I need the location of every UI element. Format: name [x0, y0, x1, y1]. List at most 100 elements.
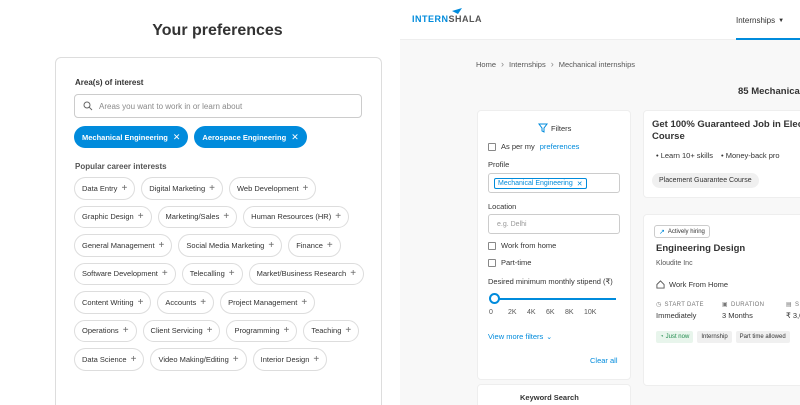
- breadcrumb-current: Mechanical internships: [558, 59, 635, 69]
- interest-chip[interactable]: Telecalling +: [181, 262, 243, 285]
- selected-chip[interactable]: Aerospace Engineering ✕: [194, 126, 307, 148]
- interest-chip-label: Social Media Marketing: [186, 240, 265, 250]
- checkbox[interactable]: [488, 142, 496, 151]
- part-time-checkbox[interactable]: Part-time: [488, 258, 531, 267]
- popular-interests: Data Entry + Digital Marketing + Web Devel…: [74, 177, 374, 371]
- interest-chip-label: Data Entry: [82, 183, 118, 193]
- money-icon: ▤: [786, 302, 792, 308]
- interest-chip[interactable]: Market/Business Research +: [248, 262, 365, 285]
- close-icon[interactable]: ✕: [577, 180, 583, 188]
- plus-icon: +: [283, 325, 290, 337]
- stipend-slider-thumb[interactable]: [489, 293, 500, 304]
- plus-icon: +: [313, 353, 320, 365]
- interest-chip-label: Marketing/Sales: [165, 212, 220, 222]
- stipend-label: S: [794, 301, 800, 308]
- plus-icon: +: [137, 296, 144, 308]
- profile-chip[interactable]: Mechanical Engineering ✕: [494, 178, 587, 189]
- stipend-slider-track[interactable]: [494, 298, 616, 300]
- nav-internships-label: Internships: [736, 16, 776, 25]
- internshala-logo[interactable]: INTERNSHALA: [412, 8, 482, 24]
- promo-title: Get 100% Guaranteed Job in Electr Course: [652, 119, 800, 142]
- interest-chip[interactable]: Interior Design +: [252, 348, 328, 371]
- interest-chip[interactable]: Marketing/Sales +: [157, 205, 238, 228]
- location-input[interactable]: e.g. Delhi: [488, 214, 620, 234]
- actively-hiring-label: Actively hiring: [667, 228, 705, 235]
- interest-chip-label: Interior Design: [260, 354, 310, 364]
- preferences-link[interactable]: preferences: [540, 142, 580, 151]
- interest-chip-label: Finance: [296, 240, 323, 250]
- view-more-label: View more filters: [488, 332, 544, 341]
- interest-chip[interactable]: Human Resources (HR) +: [243, 205, 350, 228]
- plus-icon: +: [158, 239, 165, 251]
- stipend-tick: 2K: [508, 309, 517, 316]
- internship-card[interactable]: ↗ Actively hiring Engineering Design Klo…: [643, 214, 800, 386]
- selected-interests: Mechanical Engineering ✕ Aerospace Engine…: [74, 126, 307, 148]
- plus-icon: +: [130, 353, 137, 365]
- interest-chip-label: General Management: [82, 240, 155, 250]
- interest-chip[interactable]: Programming +: [226, 319, 298, 342]
- interest-chip[interactable]: Digital Marketing +: [141, 177, 223, 200]
- results-count: 85 Mechanical: [738, 86, 800, 97]
- company-name: Kloudite Inc: [656, 260, 693, 267]
- close-icon[interactable]: ✕: [291, 132, 299, 143]
- stipend-tick: 6K: [546, 309, 555, 316]
- interest-chip[interactable]: Graphic Design +: [74, 205, 152, 228]
- interest-chip[interactable]: Project Management +: [220, 291, 316, 314]
- interest-chip[interactable]: Accounts +: [157, 291, 215, 314]
- interest-chip[interactable]: Teaching +: [303, 319, 360, 342]
- filters-header: Filters: [538, 123, 571, 133]
- nav-internships[interactable]: Internships ▼: [736, 16, 784, 25]
- interest-chip[interactable]: Data Science +: [74, 348, 145, 371]
- promo-point: • Learn 10+ skills: [656, 151, 714, 160]
- interest-chip[interactable]: Content Writing +: [74, 291, 152, 314]
- interest-chip[interactable]: General Management +: [74, 234, 173, 257]
- interest-chip[interactable]: Software Development +: [74, 262, 176, 285]
- posted-tag: ◔ Just now: [656, 331, 694, 343]
- interest-chip-label: Telecalling: [189, 269, 225, 279]
- plus-icon: +: [223, 211, 230, 223]
- interest-chip[interactable]: Client Servicing +: [142, 319, 221, 342]
- internships-panel: INTERNSHALA Internships ▼ Home › Interns…: [400, 0, 800, 405]
- preferences-panel: Your preferences Area(s) of interest Are…: [0, 0, 400, 405]
- interest-chip[interactable]: Social Media Marketing +: [178, 234, 283, 257]
- top-navbar: INTERNSHALA Internships ▼: [400, 0, 800, 40]
- checkbox[interactable]: [488, 258, 496, 267]
- stipend-tick: 4K: [527, 309, 536, 316]
- plus-icon: +: [268, 239, 275, 251]
- interest-chip[interactable]: Data Entry +: [74, 177, 136, 200]
- clear-all-link[interactable]: Clear all: [590, 356, 618, 365]
- stipend-tick: 8K: [565, 309, 574, 316]
- selected-chip[interactable]: Mechanical Engineering ✕: [74, 126, 189, 148]
- profile-label: Profile: [488, 160, 510, 169]
- as-per-preferences-checkbox[interactable]: As per my preferences: [488, 142, 579, 151]
- promo-card[interactable]: Get 100% Guaranteed Job in Electr Course…: [643, 110, 800, 198]
- plus-icon: +: [345, 325, 352, 337]
- area-search-input[interactable]: Areas you want to work in or learn about: [74, 94, 362, 118]
- as-per-my-label: As per my: [501, 142, 535, 151]
- interest-chip-label: Web Development: [236, 183, 299, 193]
- chevron-down-icon: ⌄: [546, 333, 553, 341]
- selected-chip-label: Aerospace Engineering: [202, 132, 287, 142]
- breadcrumb-home[interactable]: Home: [476, 60, 496, 69]
- breadcrumb: Home › Internships › Mechanical internsh…: [476, 59, 635, 69]
- nav-active-indicator: [736, 38, 800, 40]
- work-from-home-checkbox[interactable]: Work from home: [488, 241, 556, 250]
- close-icon[interactable]: ✕: [173, 132, 181, 143]
- start-date-head: ◷ START DATE: [656, 301, 704, 309]
- checkbox[interactable]: [488, 241, 496, 250]
- profile-input[interactable]: Mechanical Engineering ✕: [488, 173, 620, 193]
- interest-chip[interactable]: Video Making/Editing +: [150, 348, 247, 371]
- job-title[interactable]: Engineering Design: [656, 243, 745, 254]
- interest-chip[interactable]: Operations +: [74, 319, 137, 342]
- profile-chip-label: Mechanical Engineering: [498, 180, 573, 187]
- breadcrumb-internships[interactable]: Internships: [509, 60, 546, 69]
- interest-chip-label: Graphic Design: [82, 212, 134, 222]
- interest-chip[interactable]: Web Development +: [228, 177, 317, 200]
- promo-badge: Placement Guarantee Course: [652, 173, 759, 188]
- stipend-head: ▤ S: [786, 301, 800, 309]
- duration-value: 3 Months: [722, 311, 753, 320]
- interest-chip-label: Client Servicing: [150, 326, 203, 336]
- view-more-filters-link[interactable]: View more filters ⌄: [488, 332, 552, 341]
- interest-chip-label: Programming: [234, 326, 280, 336]
- interest-chip[interactable]: Finance +: [288, 234, 341, 257]
